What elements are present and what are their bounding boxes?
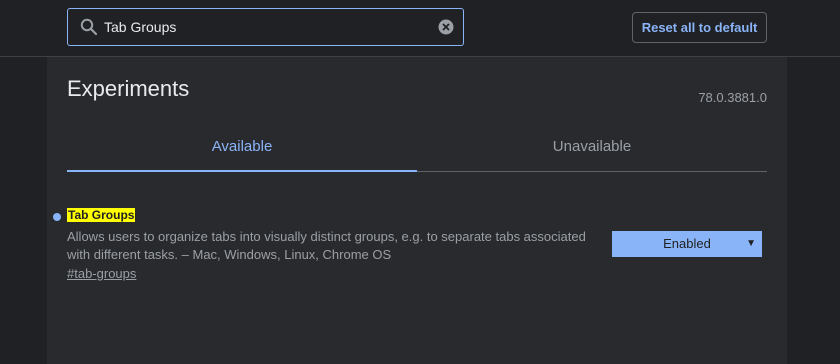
tab-unavailable[interactable]: Unavailable <box>417 129 767 171</box>
search-input[interactable] <box>104 15 424 39</box>
dropdown-arrow-icon: ▼ <box>746 238 756 249</box>
experiment-state-value: Enabled <box>663 236 711 251</box>
experiment-description: Allows users to organize tabs into visua… <box>67 229 586 262</box>
experiment-item: Tab Groups Allows users to organize tabs… <box>47 207 787 297</box>
clear-icon[interactable] <box>438 19 454 35</box>
experiments-panel: Experiments 78.0.3881.0 Available Unavai… <box>47 57 787 364</box>
search-box[interactable] <box>67 8 464 46</box>
experiment-link[interactable]: #tab-groups <box>67 266 136 281</box>
tab-available[interactable]: Available <box>67 129 417 172</box>
experiment-state-select[interactable]: Enabled ▼ <box>612 231 762 257</box>
search-icon <box>80 18 98 36</box>
experiment-name: Tab Groups <box>67 208 136 222</box>
page-title: Experiments <box>67 76 190 101</box>
top-bar: Reset all to default <box>0 0 840 57</box>
tab-bar: Available Unavailable <box>67 129 767 172</box>
version-label: 78.0.3881.0 <box>698 90 767 105</box>
reset-all-button[interactable]: Reset all to default <box>632 12 767 43</box>
modified-dot-icon <box>53 213 61 221</box>
